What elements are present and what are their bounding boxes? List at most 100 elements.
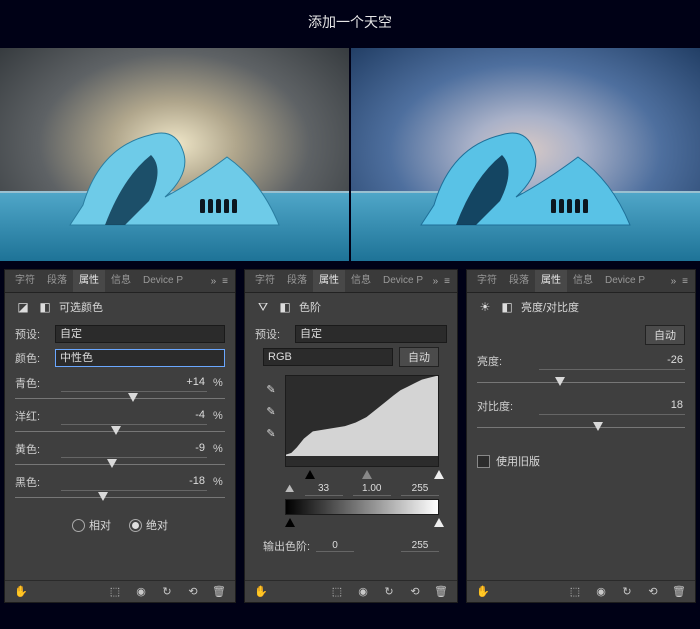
eyedropper-black-icon[interactable]: ✎	[263, 381, 279, 397]
brightness-value[interactable]	[539, 351, 685, 370]
input-gamma-value[interactable]: 1.00	[353, 483, 391, 496]
visibility-icon[interactable]: ◉	[133, 585, 149, 598]
brightness-slider[interactable]	[555, 377, 565, 386]
panel-menu-icon[interactable]: ≡	[679, 276, 691, 287]
scrubber-icon[interactable]: ✋	[253, 585, 269, 598]
output-white-value[interactable]: 255	[401, 540, 439, 552]
color-select[interactable]: 中性色	[55, 349, 225, 367]
preview-row	[0, 48, 700, 261]
adjustment-target-icon[interactable]: ◧	[499, 299, 515, 315]
absolute-radio[interactable]: 绝对	[129, 517, 168, 533]
clip-icon[interactable]: ⬚	[567, 585, 583, 598]
clip-icon[interactable]: ⬚	[107, 585, 123, 598]
output-label: 输出色阶:	[263, 538, 310, 554]
contrast-slider[interactable]	[593, 422, 603, 431]
slider-value-0[interactable]	[61, 373, 207, 392]
preset-select[interactable]: 自定	[295, 325, 447, 343]
tabs-overflow-icon[interactable]: »	[208, 276, 220, 287]
contrast-value[interactable]	[539, 396, 685, 415]
slider-label-2: 黄色:	[15, 441, 49, 457]
adjustment-target-icon[interactable]: ◧	[37, 299, 53, 315]
input-black-handle[interactable]	[305, 470, 315, 479]
visibility-icon[interactable]: ◉	[593, 585, 609, 598]
histogram	[285, 375, 439, 467]
color-label: 颜色:	[15, 350, 49, 366]
reset-icon[interactable]: ⟲	[185, 585, 201, 598]
slider-label-3: 黑色:	[15, 474, 49, 490]
tab-para[interactable]: 段落	[41, 270, 73, 292]
auto-button[interactable]: 自动	[645, 325, 685, 345]
adjustment-title: 亮度/对比度	[521, 299, 579, 315]
preset-label: 预设:	[15, 326, 49, 342]
tab-props[interactable]: 属性	[535, 270, 567, 292]
panel-selective-color: 字符 段落 属性 信息 Device P » ≡ ◪ ◧ 可选颜色 预设: 自定…	[4, 269, 236, 603]
reset-icon[interactable]: ⟲	[645, 585, 661, 598]
tab-props[interactable]: 属性	[73, 270, 105, 292]
input-white-handle[interactable]	[434, 470, 444, 479]
tab-devicep[interactable]: Device P	[377, 270, 429, 292]
preset-label: 预设:	[255, 326, 289, 342]
trash-icon[interactable]: 🗑	[211, 585, 227, 598]
slider-label-0: 青色:	[15, 375, 49, 391]
legacy-checkbox[interactable]: 使用旧版	[477, 453, 685, 469]
tab-info[interactable]: 信息	[105, 270, 137, 292]
reload-icon[interactable]: ↻	[381, 585, 397, 598]
trash-icon[interactable]: 🗑	[433, 585, 449, 598]
reset-icon[interactable]: ⟲	[407, 585, 423, 598]
preset-select[interactable]: 自定	[55, 325, 225, 343]
output-gradient	[285, 499, 439, 515]
tab-para[interactable]: 段落	[281, 270, 313, 292]
tab-char[interactable]: 字符	[471, 270, 503, 292]
slider-thumb-1[interactable]	[111, 426, 121, 435]
slider-value-2[interactable]	[61, 439, 207, 458]
eyedropper-white-icon[interactable]: ✎	[263, 425, 279, 441]
relative-radio[interactable]: 相对	[72, 517, 111, 533]
reload-icon[interactable]: ↻	[619, 585, 635, 598]
eyedropper-gray-icon[interactable]: ✎	[263, 403, 279, 419]
output-black-value[interactable]: 0	[316, 540, 354, 552]
adjustment-title: 可选颜色	[59, 299, 103, 315]
output-white-handle[interactable]	[434, 518, 444, 527]
input-black-value[interactable]: 33	[305, 483, 343, 496]
preview-after	[351, 48, 700, 261]
tab-props[interactable]: 属性	[313, 270, 345, 292]
output-black-handle[interactable]	[285, 518, 295, 527]
trash-icon[interactable]: 🗑	[671, 585, 687, 598]
levels-icon: ⛛	[255, 299, 271, 315]
panel-levels: 字符 段落 属性 信息 Device P » ≡ ⛛ ◧ 色阶 预设: 自定 R…	[244, 269, 458, 603]
tab-para[interactable]: 段落	[503, 270, 535, 292]
input-gamma-handle[interactable]	[362, 470, 372, 479]
contrast-label: 对比度:	[477, 398, 527, 414]
tab-devicep[interactable]: Device P	[137, 270, 189, 292]
tab-char[interactable]: 字符	[249, 270, 281, 292]
adjustment-target-icon[interactable]: ◧	[277, 299, 293, 315]
preview-before	[0, 48, 349, 261]
channel-select[interactable]: RGB	[263, 348, 393, 366]
adjustment-title: 色阶	[299, 299, 321, 315]
scrubber-icon[interactable]: ✋	[13, 585, 29, 598]
panel-menu-icon[interactable]: ≡	[219, 276, 231, 287]
slider-thumb-3[interactable]	[98, 492, 108, 501]
tab-info[interactable]: 信息	[567, 270, 599, 292]
tab-char[interactable]: 字符	[9, 270, 41, 292]
tab-info[interactable]: 信息	[345, 270, 377, 292]
visibility-icon[interactable]: ◉	[355, 585, 371, 598]
slider-value-3[interactable]	[61, 472, 207, 491]
slider-label-1: 洋红:	[15, 408, 49, 424]
slider-value-1[interactable]	[61, 406, 207, 425]
panel-menu-icon[interactable]: ≡	[441, 276, 453, 287]
auto-button[interactable]: 自动	[399, 347, 439, 367]
tabs-overflow-icon[interactable]: »	[668, 276, 680, 287]
reload-icon[interactable]: ↻	[159, 585, 175, 598]
tabs-overflow-icon[interactable]: »	[430, 276, 442, 287]
scrubber-icon[interactable]: ✋	[475, 585, 491, 598]
slider-thumb-0[interactable]	[128, 393, 138, 402]
brightness-icon: ☀	[477, 299, 493, 315]
input-white-value[interactable]: 255	[401, 483, 439, 496]
tab-devicep[interactable]: Device P	[599, 270, 651, 292]
slider-thumb-2[interactable]	[107, 459, 117, 468]
brightness-label: 亮度:	[477, 353, 527, 369]
panel-brightness-contrast: 字符 段落 属性 信息 Device P » ≡ ☀ ◧ 亮度/对比度 自动 亮…	[466, 269, 696, 603]
selective-color-icon: ◪	[15, 299, 31, 315]
clip-icon[interactable]: ⬚	[329, 585, 345, 598]
